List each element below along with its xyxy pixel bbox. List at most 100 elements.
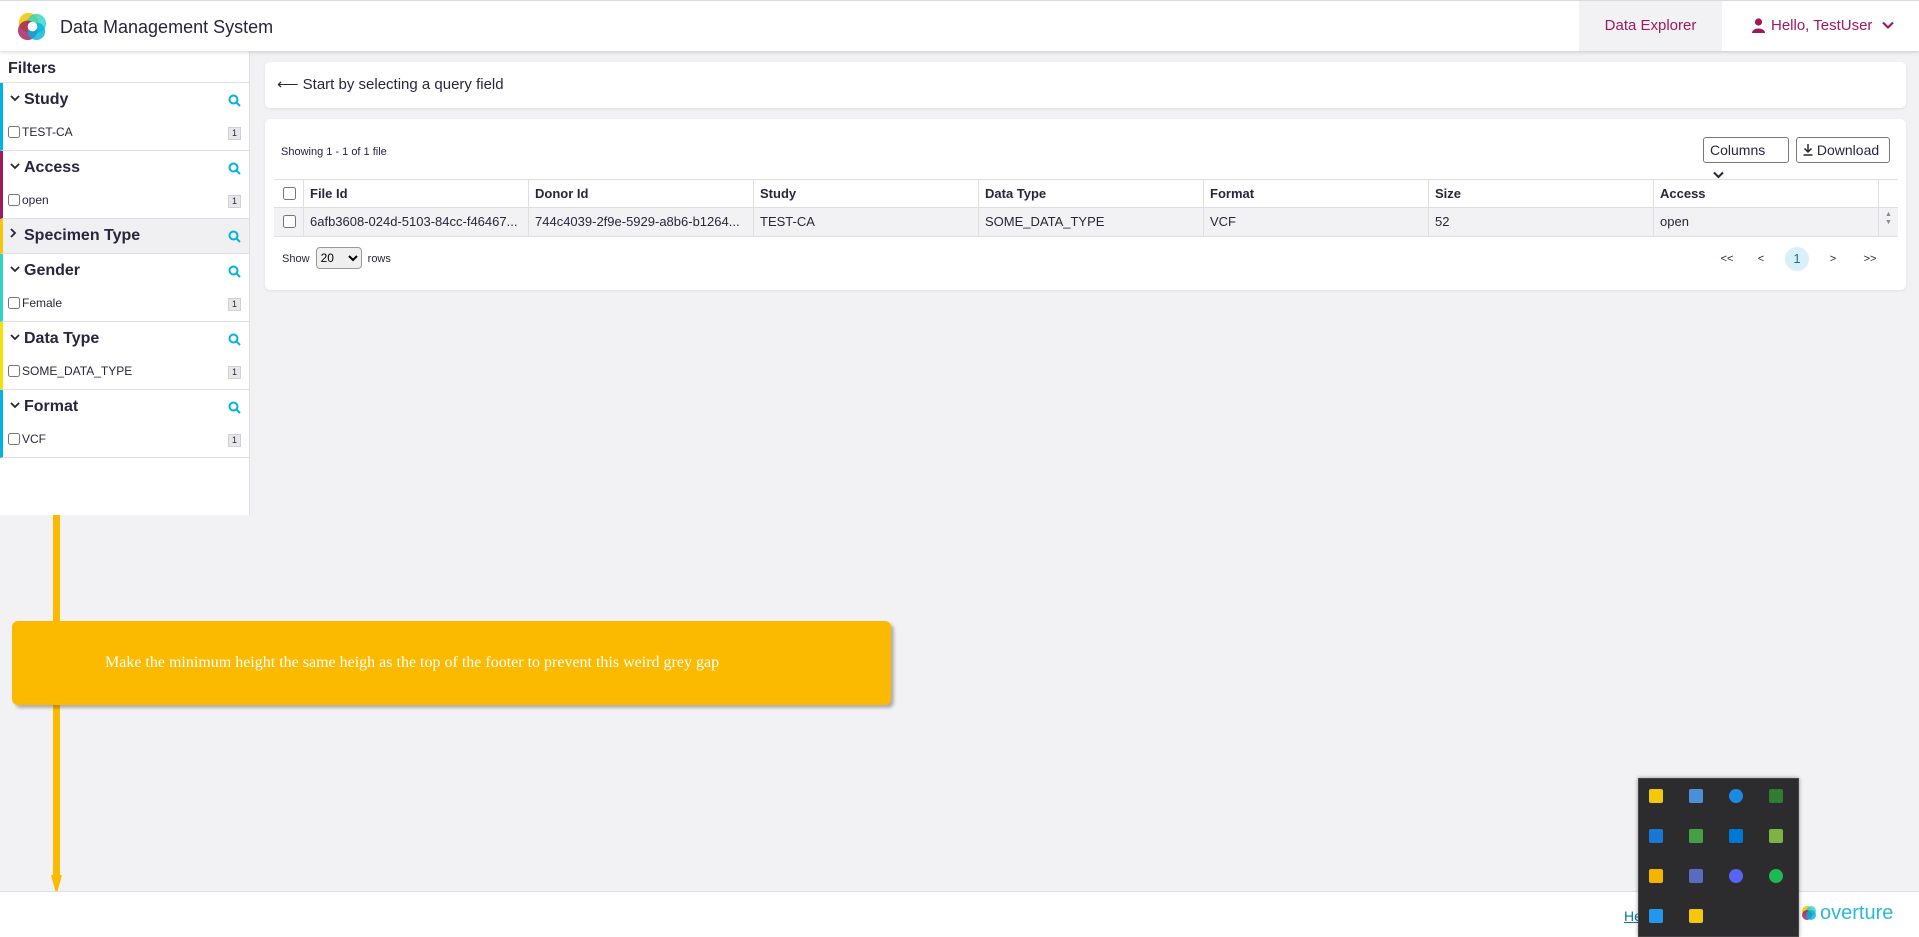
docker-icon[interactable]	[1649, 909, 1663, 923]
column-header[interactable]: Size	[1429, 180, 1654, 207]
download-icon	[1803, 144, 1813, 156]
table-cell: 744c4039-2f9e-5929-a8b6-b1264...	[529, 208, 754, 236]
facet-title: Gender	[24, 262, 81, 279]
annotation-callout: Make the minimum height the same heigh a…	[12, 621, 891, 705]
facet-option-label: open	[22, 193, 49, 207]
overture-logo-icon	[1802, 906, 1816, 920]
filters-sidebar: Filters Study TEST-CA 1 Access open 1 Specimen…	[0, 51, 250, 515]
table-row[interactable]: 6afb3608-024d-5103-84cc-f46467... 744c40…	[274, 208, 1898, 237]
facet-option[interactable]: VCF 1	[3, 424, 249, 457]
columns-button[interactable]: Columns	[1703, 137, 1789, 179]
row-select-cell	[274, 208, 304, 236]
spotify-icon[interactable]	[1769, 869, 1783, 883]
facet-header[interactable]: Access	[3, 151, 249, 185]
table-cell: 6afb3608-024d-5103-84cc-f46467...	[304, 208, 529, 236]
app-logo[interactable]	[16, 10, 49, 43]
search-icon[interactable]	[228, 94, 241, 107]
lock-globe-icon[interactable]	[1689, 829, 1703, 843]
shield-key-icon[interactable]	[1649, 789, 1663, 803]
current-page-button[interactable]: 1	[1785, 247, 1809, 271]
facet-option-label: VCF	[22, 432, 46, 446]
count-badge: 1	[227, 366, 241, 379]
next-page-button[interactable]: >	[1821, 247, 1845, 271]
table-cell: TEST-CA	[754, 208, 979, 236]
column-header[interactable]: File Id	[304, 180, 529, 207]
facet-study: Study TEST-CA 1	[0, 83, 249, 151]
facet-checkbox[interactable]	[8, 297, 20, 309]
header-spacer	[1879, 180, 1898, 207]
column-header[interactable]: Data Type	[979, 180, 1204, 207]
query-prompt: ⟵ Start by selecting a query field	[277, 76, 504, 93]
facet-header[interactable]: Format	[3, 390, 249, 424]
row-checkbox[interactable]	[283, 215, 296, 228]
chevron-down-icon	[10, 322, 20, 356]
user-menu[interactable]: Hello, TestUser	[1725, 1, 1919, 51]
chevron-down-icon	[10, 151, 20, 185]
facet-title: Format	[24, 398, 79, 415]
facet-option-label: TEST-CA	[22, 125, 73, 139]
results-panel: Showing 1 - 1 of 1 file Columns Download…	[265, 119, 1906, 290]
user-greeting: Hello, TestUser	[1771, 17, 1873, 34]
facet-header[interactable]: Specimen Type	[3, 219, 249, 253]
bluetooth-icon[interactable]	[1729, 789, 1743, 803]
download-button[interactable]: Download	[1796, 137, 1890, 163]
app-header: Data Management System Data Explorer Hel…	[0, 0, 1919, 51]
count-badge: 1	[227, 195, 241, 208]
sticky-note-icon[interactable]	[1689, 909, 1703, 923]
outlook-icon[interactable]	[1729, 829, 1743, 843]
prev-page-button[interactable]: <	[1749, 247, 1773, 271]
app-title[interactable]: Data Management System	[60, 17, 273, 38]
column-header[interactable]: Donor Id	[529, 180, 754, 207]
select-all-checkbox[interactable]	[283, 187, 296, 200]
table-cell: open	[1654, 208, 1879, 236]
overture-brand[interactable]: overture	[1800, 902, 1893, 925]
search-icon[interactable]	[228, 265, 241, 278]
facet-header[interactable]: Gender	[3, 254, 249, 288]
facet-option[interactable]: open 1	[3, 185, 249, 218]
facet-option[interactable]: SOME_DATA_TYPE 1	[3, 356, 249, 389]
facet-gender: Gender Female 1	[0, 254, 249, 322]
filters-title: Filters	[0, 51, 249, 83]
search-icon[interactable]	[228, 162, 241, 175]
search-icon[interactable]	[228, 230, 241, 243]
facet-header[interactable]: Data Type	[3, 322, 249, 356]
column-header[interactable]: Study	[754, 180, 979, 207]
rows-label: rows	[367, 253, 391, 265]
facet-checkbox[interactable]	[8, 194, 20, 206]
laptop-cloud-icon[interactable]	[1769, 829, 1783, 843]
discord-icon[interactable]	[1729, 869, 1743, 883]
facet-specimen-type: Specimen Type	[0, 219, 249, 254]
select-all-cell	[274, 180, 304, 207]
facet-access: Access open 1	[0, 151, 249, 219]
last-page-button[interactable]: >>	[1858, 247, 1882, 271]
facet-title: Data Type	[24, 330, 100, 347]
search-icon[interactable]	[228, 333, 241, 346]
nav-data-explorer[interactable]: Data Explorer	[1579, 1, 1722, 51]
column-header[interactable]: Access	[1654, 180, 1879, 207]
table-scrollbar[interactable]: ▲ ▼	[1879, 208, 1898, 236]
monitor-icon[interactable]	[1689, 789, 1703, 803]
annotation-arrow	[51, 515, 62, 895]
page-size-select[interactable]: 20	[315, 247, 362, 269]
page-footer: He overture	[0, 891, 1919, 937]
facet-checkbox[interactable]	[8, 433, 20, 445]
facet-checkbox[interactable]	[8, 126, 20, 138]
download-label: Download	[1816, 142, 1880, 158]
facet-title: Specimen Type	[24, 227, 141, 244]
w-app-icon[interactable]	[1649, 829, 1663, 843]
facet-header[interactable]: Study	[3, 83, 249, 117]
table-header-row: File Id Donor Id Study Data Type Format …	[274, 179, 1898, 208]
security-shield-icon[interactable]	[1769, 789, 1783, 803]
first-page-button[interactable]: <<	[1715, 247, 1739, 271]
facet-option[interactable]: Female 1	[3, 288, 249, 321]
facet-checkbox[interactable]	[8, 365, 20, 377]
facet-option-label: SOME_DATA_TYPE	[22, 364, 133, 378]
mail-icon[interactable]	[1649, 869, 1663, 883]
chevron-down-icon	[10, 254, 20, 288]
facet-option[interactable]: TEST-CA 1	[3, 117, 249, 150]
search-icon[interactable]	[228, 401, 241, 414]
show-label: Show	[282, 253, 310, 265]
network-icon[interactable]	[1689, 869, 1703, 883]
column-header[interactable]: Format	[1204, 180, 1429, 207]
chevron-right-icon	[10, 219, 17, 253]
